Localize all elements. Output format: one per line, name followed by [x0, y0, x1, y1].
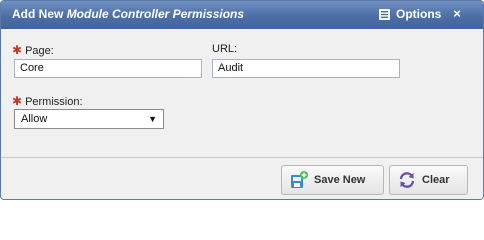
dialog-title-prefix: Add New	[12, 7, 64, 21]
add-permission-dialog: Add New Module Controller Permissions Op…	[0, 0, 484, 200]
permission-select[interactable]: Allow ▼	[14, 109, 164, 129]
form-body: ✱ Page: Core URL: Audit ✱ Permission: Allo…	[1, 29, 483, 157]
url-input[interactable]: Audit	[212, 59, 400, 78]
required-icon: ✱	[12, 94, 23, 108]
page-input[interactable]: Core	[14, 59, 202, 78]
permission-label: Permission:	[25, 96, 83, 108]
list-icon	[379, 8, 390, 20]
save-new-label: Save New	[314, 174, 366, 186]
page-label-row: ✱ Page:	[12, 43, 54, 57]
options-menu-button[interactable]: Options	[379, 7, 441, 21]
dropdown-arrow-icon: ▼	[148, 114, 157, 124]
refresh-icon	[398, 171, 416, 189]
save-new-icon	[290, 171, 308, 189]
permission-selected-value: Allow	[21, 113, 48, 125]
dialog-titlebar: Add New Module Controller Permissions Op…	[1, 1, 483, 29]
clear-label: Clear	[422, 174, 450, 186]
page-label: Page:	[25, 45, 54, 57]
dialog-title: Add New Module Controller Permissions	[12, 7, 244, 21]
url-label: URL:	[212, 43, 238, 55]
permission-label-row: ✱ Permission:	[12, 94, 83, 108]
dialog-title-emphasis: Module Controller Permissions	[66, 7, 245, 21]
required-icon: ✱	[12, 43, 23, 57]
options-label: Options	[396, 7, 442, 21]
clear-button[interactable]: Clear	[389, 165, 468, 195]
close-icon[interactable]: ×	[450, 7, 464, 21]
dialog-footer: Save New Clear	[1, 158, 483, 199]
save-new-button[interactable]: Save New	[281, 165, 384, 195]
